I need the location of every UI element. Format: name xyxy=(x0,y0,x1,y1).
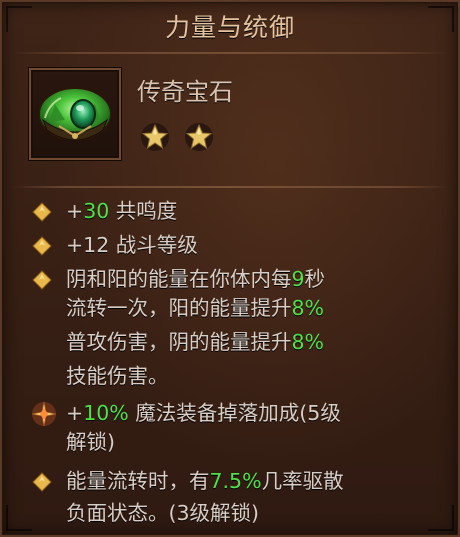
diamond-bullet-icon xyxy=(32,270,52,290)
effect-text: 流转一次，阳的能量提升 xyxy=(66,296,292,320)
effect-line: 能量流转时，有7.5%几率驱散 xyxy=(66,467,446,496)
effect-line: 流转一次，阳的能量提升8% xyxy=(66,294,446,323)
diamond-bullet-icon xyxy=(32,236,52,256)
effect-value: 8% xyxy=(291,296,325,320)
diamond-bullet-icon xyxy=(32,472,52,492)
effect-text: 普攻伤害，阴的能量提升 xyxy=(66,330,292,354)
effect-value: 9 xyxy=(291,267,305,291)
effect-line: 技能伤害。 xyxy=(66,362,446,391)
effect-text: 几率驱散 xyxy=(261,469,344,493)
effect-line: 负面状态。(3级解锁) xyxy=(66,499,446,528)
effect-value: 10% xyxy=(83,401,129,425)
effect-line: +10% 魔法装备掉落加成(5级 xyxy=(66,399,446,428)
stat-line: +12 战斗等级 xyxy=(66,231,446,260)
effect-text: 能量流转时，有 xyxy=(66,469,210,493)
stat-value: 30 xyxy=(83,199,110,223)
effect-line: 解锁) xyxy=(66,428,446,457)
stat-line: +30 共鸣度 xyxy=(66,197,446,226)
item-attributes: +30 共鸣度 +12 战斗等级 阴和阳的能量在你体内每9秒 流转一次，阳的能量… xyxy=(2,2,458,535)
effect-text: 阴和阳的能量在你体内每 xyxy=(66,267,292,291)
effect-value: 8% xyxy=(291,330,325,354)
effect-text: 秒 xyxy=(304,267,326,291)
effect-line: 阴和阳的能量在你体内每9秒 xyxy=(66,265,446,294)
item-tooltip-panel: 力量与统御 传奇宝石 +30 共鸣度 +12 战斗等级 阴和阳的能量在你体内每9… xyxy=(0,0,460,537)
stat-value: +12 xyxy=(66,233,110,257)
effect-text: 技能伤害。 xyxy=(66,364,169,388)
stat-label: 战斗等级 xyxy=(109,233,198,257)
stat-prefix: + xyxy=(66,199,84,223)
effect-text: 解锁) xyxy=(66,430,115,454)
effect-text: 负面状态。(3级解锁) xyxy=(66,501,260,525)
stat-label: 共鸣度 xyxy=(109,199,178,223)
effect-prefix: + xyxy=(66,401,84,425)
diamond-bullet-icon xyxy=(32,202,52,222)
effect-line: 普攻伤害，阴的能量提升8% xyxy=(66,328,446,357)
effect-text: 魔法装备掉落加成(5级 xyxy=(128,401,341,425)
effect-value: 7.5% xyxy=(209,469,262,493)
sparkle-bullet-icon xyxy=(30,400,58,428)
